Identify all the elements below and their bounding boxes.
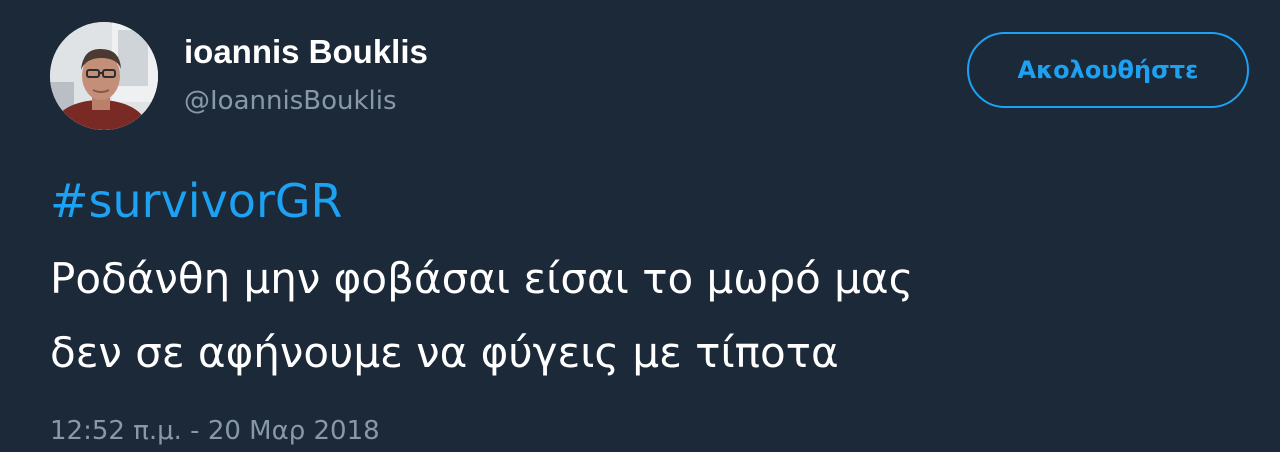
tweet-timestamp[interactable]: 12:52 π.μ. - 20 Μαρ 2018 — [50, 413, 380, 449]
user-display-name[interactable]: ioannis Bouklis — [184, 32, 428, 72]
hashtag-link[interactable]: #survivorGR — [50, 170, 342, 232]
tweet-text-line: δεν σε αφήνουμε να φύγεις με τίποτα — [50, 328, 839, 377]
tweet-card: ioannis Bouklis @IoannisBouklis Ακολουθή… — [0, 0, 1280, 452]
user-handle[interactable]: @IoannisBouklis — [184, 84, 397, 118]
tweet-text-line: Ροδάνθη μην φοβάσαι είσαι το μωρό μας — [50, 254, 914, 303]
avatar[interactable] — [50, 22, 158, 130]
follow-button[interactable]: Ακολουθήστε — [967, 32, 1249, 108]
